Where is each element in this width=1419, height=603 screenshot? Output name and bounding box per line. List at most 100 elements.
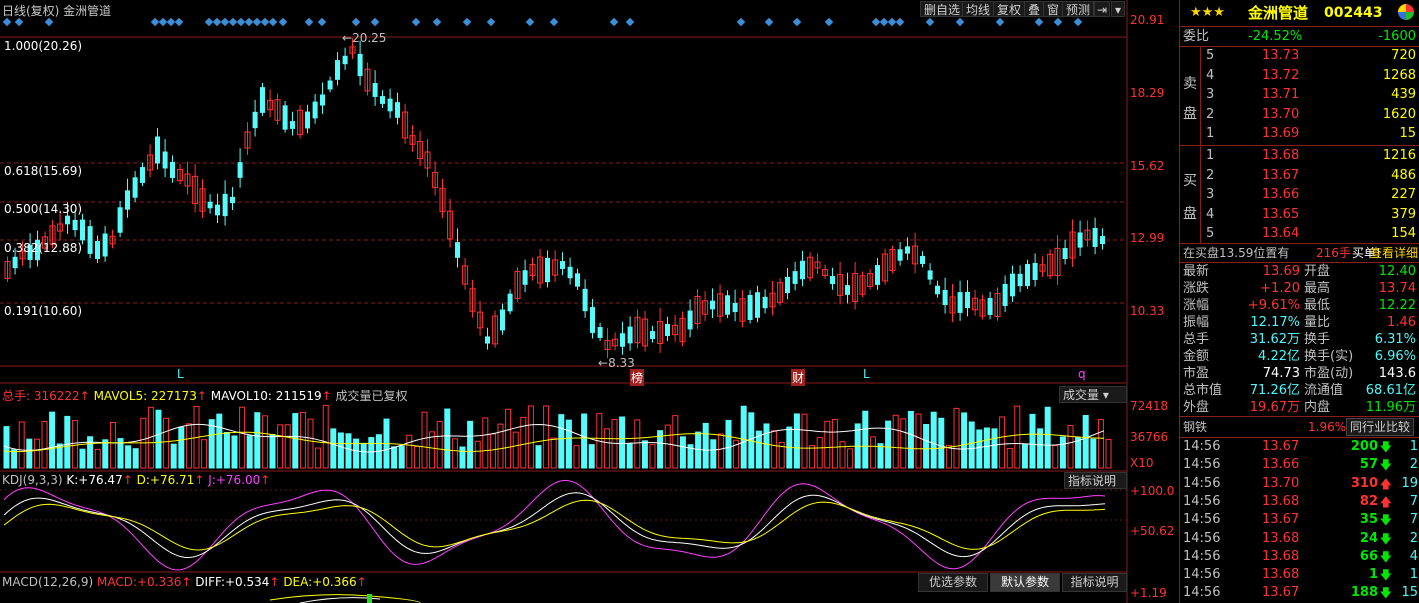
candle-down — [620, 333, 625, 347]
candle-down — [342, 55, 348, 65]
event-diamond-icon — [824, 17, 834, 27]
stat-row: 涨幅 +9.61% 最低 12.22 — [1180, 297, 1419, 314]
tick-row[interactable]: 14:56 13.68 66 🡇 4 — [1180, 548, 1419, 566]
stat-label: 换手(实) — [1304, 349, 1354, 364]
sell-level-row[interactable]: 2 13.70 1620 — [1180, 106, 1419, 124]
volume-bar — [1097, 419, 1104, 469]
tick-row[interactable]: 14:56 13.68 24 🡇 2 — [1180, 530, 1419, 548]
default-params-button[interactable]: 默认参数 — [990, 573, 1060, 592]
sell-level-row[interactable]: 4 13.72 1268 — [1180, 67, 1419, 85]
volume-bar — [505, 408, 512, 469]
event-diamond-icon — [525, 17, 535, 27]
candle-down — [545, 257, 550, 283]
volume-bar — [102, 439, 109, 469]
price-axis-label: 18.29 — [1130, 86, 1165, 100]
volume-bar — [565, 419, 572, 469]
macd-help-button[interactable]: 指标说明 — [1062, 573, 1127, 592]
volume-bar — [740, 405, 747, 469]
volume-bar — [968, 421, 975, 469]
volume-bar — [459, 446, 466, 469]
tick-row[interactable]: 14:56 13.67 35 🡇 7 — [1180, 511, 1419, 529]
buy-level-row[interactable]: 5 13.64 154 — [1180, 225, 1419, 243]
event-marker[interactable]: q — [1078, 367, 1086, 381]
volume-indicator-dropdown[interactable]: 成交量 ▾ — [1059, 386, 1127, 403]
arrow-down-icon: 🡇 — [1379, 531, 1392, 546]
candle-down — [987, 298, 993, 315]
event-marker[interactable]: 榜 — [630, 369, 645, 386]
candle-down — [1025, 264, 1030, 286]
tick-time: 14:56 — [1183, 530, 1221, 546]
volume-bar — [991, 428, 998, 469]
volume-bar — [451, 438, 458, 469]
volume-bar — [322, 404, 329, 469]
sell-level-row[interactable]: 1 13.69 15 — [1180, 125, 1419, 143]
tick-row[interactable]: 14:56 13.68 82 🡅 7 — [1180, 493, 1419, 511]
buy-level-row[interactable]: 3 13.66 227 — [1180, 186, 1419, 204]
buy-level-row[interactable]: 4 13.65 379 — [1180, 206, 1419, 224]
price-axis-label: 10.33 — [1130, 304, 1165, 318]
weibi-row: 委比 -24.52% -1600 — [1183, 29, 1416, 44]
sell-level-row[interactable]: 5 13.73 720 — [1180, 47, 1419, 65]
event-diamond-icon — [2, 17, 12, 27]
candle-down — [1062, 247, 1068, 260]
event-diamond-icon — [244, 17, 254, 27]
volume-bar — [664, 424, 671, 469]
volume-bar — [497, 423, 504, 469]
event-diamond-icon — [736, 17, 746, 27]
stat-value: 31.62万 — [1249, 332, 1300, 347]
volume-bar — [216, 413, 223, 469]
volume-bar — [603, 428, 610, 469]
tick-row[interactable]: 14:56 13.70 310 🡅 19 — [1180, 475, 1419, 493]
view-detail-link[interactable]: 查看详细 — [1370, 244, 1418, 262]
volume-bar — [672, 415, 679, 469]
event-marker[interactable]: L — [863, 367, 870, 381]
tick-row[interactable]: 14:56 13.66 57 🡇 2 — [1180, 456, 1419, 474]
tick-price: 13.68 — [1262, 567, 1300, 583]
event-marker[interactable]: 财 — [791, 369, 806, 386]
candle-down — [597, 327, 603, 338]
stat-label: 总手 — [1183, 332, 1210, 347]
tick-row[interactable]: 14:56 13.67 200 🡇 1 — [1180, 438, 1419, 456]
stat-value: 1.46 — [1387, 315, 1416, 330]
volume-bar — [771, 430, 778, 469]
level-number: 2 — [1206, 106, 1215, 122]
candle-down — [237, 162, 243, 178]
optimal-params-button[interactable]: 优选参数 — [918, 573, 988, 592]
level-number: 3 — [1206, 87, 1215, 103]
event-diamond-icon — [174, 17, 184, 27]
event-diamond-icon — [166, 17, 176, 27]
tick-row[interactable]: 14:56 13.67 188 🡇 15 — [1180, 584, 1419, 602]
level-volume: 720 — [1391, 48, 1416, 63]
event-diamond-icon — [549, 17, 559, 27]
candle-down — [162, 151, 168, 169]
volume-bar — [482, 417, 489, 469]
volume-bar — [406, 434, 413, 469]
volume-bar — [467, 420, 474, 469]
stat-label: 最低 — [1304, 298, 1331, 313]
kdj-help-button[interactable]: 指标说明 — [1064, 472, 1127, 489]
buy-level-row[interactable]: 2 13.67 486 — [1180, 167, 1419, 185]
tick-count: 2 — [1409, 530, 1418, 546]
volume-bar — [801, 413, 808, 469]
sell-level-row[interactable]: 3 13.71 439 — [1180, 86, 1419, 104]
kline-chart[interactable] — [0, 0, 1179, 603]
candle-down — [230, 196, 235, 204]
industry-compare-button[interactable]: 同行业比较 — [1346, 418, 1415, 436]
volume-bar — [930, 411, 937, 469]
volume-bar — [18, 421, 25, 469]
event-marker[interactable]: L — [177, 367, 184, 381]
buy-level-row[interactable]: 1 13.68 1216 — [1180, 147, 1419, 165]
volume-bar — [1021, 443, 1028, 469]
candle-down — [455, 242, 460, 258]
candle-down — [1017, 273, 1023, 287]
volume-bar — [558, 414, 565, 469]
event-diamond-icon — [220, 17, 230, 27]
tick-row[interactable]: 14:56 13.68 1 🡇 1 — [1180, 566, 1419, 584]
color-wheel-icon[interactable] — [1398, 4, 1414, 20]
tick-time: 14:56 — [1183, 585, 1221, 601]
event-diamond-icon — [871, 17, 881, 27]
volume-axis-label: X10 — [1130, 456, 1154, 470]
large-order-notice[interactable]: 在买盘13.59位置有 216手 买单! 查看详细 — [1180, 244, 1419, 262]
volume-bar — [1044, 406, 1051, 469]
candle-down — [935, 285, 940, 295]
